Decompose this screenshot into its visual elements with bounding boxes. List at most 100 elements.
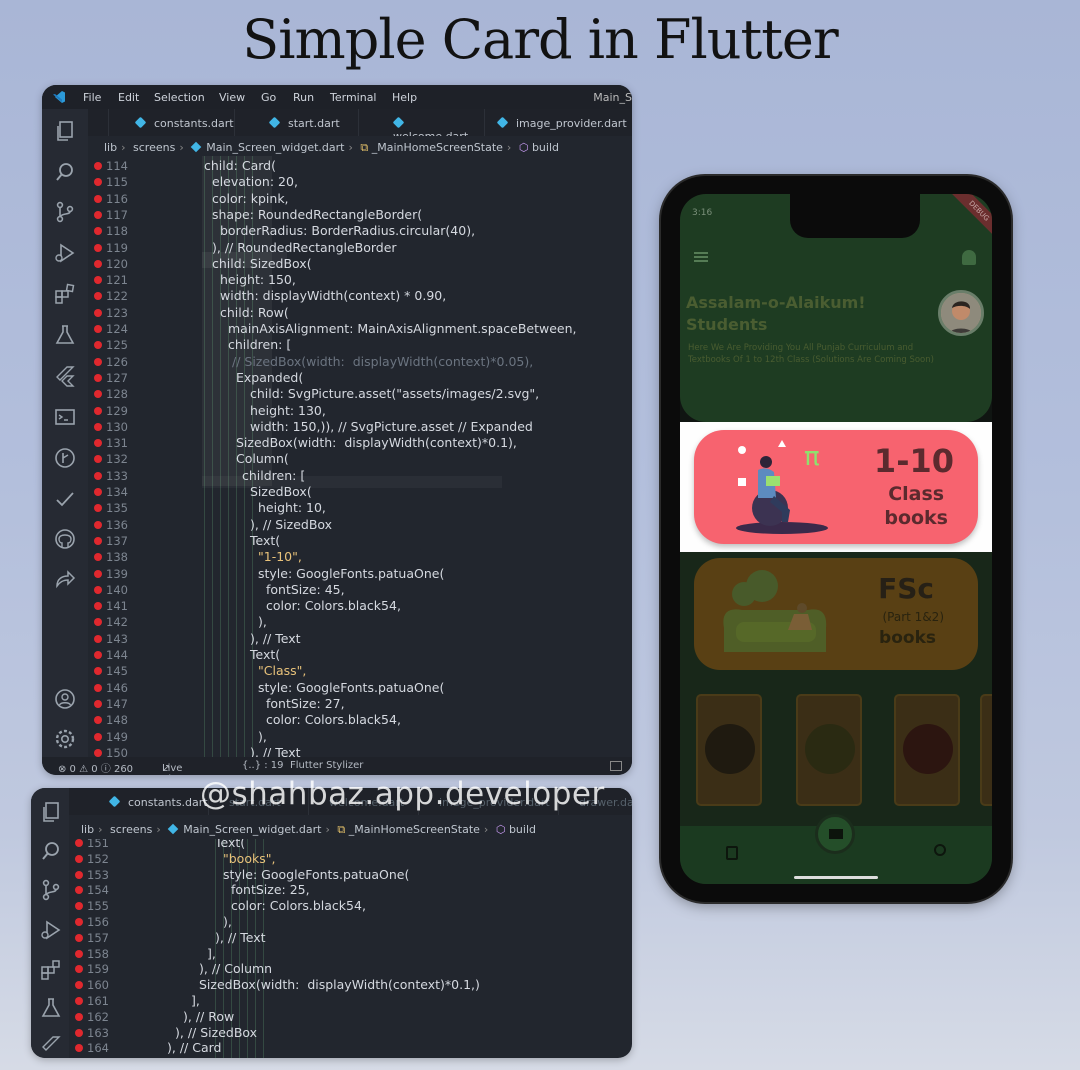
code-line[interactable]: 121 height: 150, — [88, 272, 632, 288]
breakpoint-icon[interactable] — [94, 194, 102, 203]
breakpoint-icon[interactable] — [94, 162, 102, 170]
breakpoint-icon[interactable] — [94, 341, 102, 350]
code-line[interactable]: 125 children: [ — [88, 337, 632, 353]
code-line[interactable]: 151 Text( — [69, 839, 632, 851]
code-line[interactable]: 122 width: displayWidth(context) * 0.90, — [88, 288, 632, 304]
extensions-icon[interactable] — [53, 282, 77, 306]
code-line[interactable]: 142), — [88, 614, 632, 630]
book-thumbnail[interactable] — [894, 694, 960, 806]
code-line[interactable]: 126 // SizedBox(width: displayWidth(conte… — [88, 354, 632, 370]
breakpoint-icon[interactable] — [94, 553, 102, 562]
code-line[interactable]: 163), // SizedBox — [69, 1025, 632, 1041]
code-line[interactable]: 117 shape: RoundedRectangleBorder( — [88, 207, 632, 223]
cursor-position[interactable]: {..} : 19 — [242, 760, 284, 771]
breakpoint-icon[interactable] — [75, 965, 83, 974]
breakpoint-icon[interactable] — [94, 178, 102, 187]
book-thumbnail[interactable] — [980, 694, 992, 806]
code-line[interactable]: 115 elevation: 20, — [88, 174, 632, 190]
breakpoint-icon[interactable] — [75, 902, 83, 911]
code-line[interactable]: 124 mainAxisAlignment: MainAxisAlignment.… — [88, 321, 632, 337]
code-line[interactable]: 140 fontSize: 45, — [88, 582, 632, 598]
breakpoint-icon[interactable] — [94, 357, 102, 366]
code-line[interactable]: 145 "Class", — [88, 663, 632, 679]
breakpoint-icon[interactable] — [94, 439, 102, 448]
testing-flask-icon[interactable] — [53, 323, 77, 347]
menu-view[interactable]: View — [219, 91, 245, 104]
fsc-books-card[interactable]: FSc (Part 1&2) books — [694, 558, 978, 670]
breakpoint-icon[interactable] — [94, 259, 102, 268]
breakpoint-icon[interactable] — [75, 1044, 83, 1053]
code-area[interactable]: 151 Text(152 "books", 153 style: GoogleFonts… — [69, 839, 632, 1058]
code-line[interactable]: 156), — [69, 914, 632, 930]
code-line[interactable]: 155 color: Colors.black54, — [69, 898, 632, 914]
code-line[interactable]: 128 child: SvgPicture.asset("assets/image… — [88, 386, 632, 402]
bell-icon[interactable] — [962, 250, 976, 265]
tab-constants[interactable]: constants.dart — [89, 788, 209, 815]
code-line[interactable]: 143), // Text — [88, 631, 632, 647]
code-line[interactable]: 162), // Row — [69, 1009, 632, 1025]
flutter-icon[interactable] — [39, 1034, 63, 1058]
code-line[interactable]: 159), // Column — [69, 961, 632, 977]
code-line[interactable]: 139 style: GoogleFonts.patuaOne( — [88, 566, 632, 582]
code-line[interactable]: 144 Text( — [88, 647, 632, 663]
checkmark-icon[interactable] — [53, 487, 77, 511]
code-line[interactable]: 120 child: SizedBox( — [88, 256, 632, 272]
breadcrumb-item[interactable]: screens — [133, 141, 175, 154]
code-line[interactable]: 161], — [69, 993, 632, 1009]
code-line[interactable]: 147 fontSize: 27, — [88, 696, 632, 712]
avatar[interactable] — [938, 290, 984, 336]
git-graph-icon[interactable] — [53, 446, 77, 470]
breakpoint-icon[interactable] — [94, 455, 102, 464]
testing-flask-icon[interactable] — [39, 996, 63, 1020]
code-line[interactable]: 114 child: Card( — [88, 158, 632, 174]
code-line[interactable]: 136), // SizedBox — [88, 517, 632, 533]
code-line[interactable]: 138 "1-10", — [88, 549, 632, 565]
search-icon[interactable] — [39, 839, 63, 863]
breakpoint-icon[interactable] — [94, 618, 102, 627]
code-line[interactable]: 141 color: Colors.black54, — [88, 598, 632, 614]
book-thumbnail[interactable] — [696, 694, 762, 806]
breakpoint-icon[interactable] — [94, 422, 102, 431]
source-control-icon[interactable] — [53, 200, 77, 224]
account-icon[interactable] — [53, 687, 77, 711]
breakpoint-icon[interactable] — [94, 308, 102, 317]
breakpoint-icon[interactable] — [94, 325, 102, 333]
breadcrumb-item[interactable]: _MainHomeScreenState — [372, 141, 503, 154]
code-line[interactable]: 149), — [88, 729, 632, 745]
home-nav-icon[interactable] — [815, 814, 855, 854]
breakpoint-icon[interactable] — [94, 520, 102, 529]
breadcrumb-item[interactable]: build — [532, 141, 559, 154]
tab-constants[interactable]: constants.dart — [109, 109, 235, 136]
breakpoint-icon[interactable] — [94, 292, 102, 301]
tab-overflow[interactable] — [88, 109, 109, 136]
code-line[interactable]: 153 style: GoogleFonts.patuaOne( — [69, 867, 632, 883]
breakpoint-icon[interactable] — [94, 716, 102, 725]
search-icon[interactable] — [53, 160, 77, 184]
menu-help[interactable]: Help — [392, 91, 417, 104]
breakpoint-icon[interactable] — [94, 471, 102, 480]
breakpoint-icon[interactable] — [94, 667, 102, 676]
code-line[interactable]: 157), // Text — [69, 930, 632, 946]
code-line[interactable]: 150), // Text — [88, 745, 632, 757]
notes-nav-icon[interactable] — [726, 846, 738, 860]
flutter-icon[interactable] — [53, 364, 77, 388]
code-line[interactable]: 132 Column( — [88, 451, 632, 467]
breakpoint-icon[interactable] — [75, 949, 83, 958]
tab-image-provider[interactable]: image_provider.dart — [485, 109, 632, 136]
breakpoint-icon[interactable] — [94, 488, 102, 496]
code-line[interactable]: 158], — [69, 946, 632, 962]
class-books-card[interactable]: π 1-10 Class books — [694, 430, 978, 544]
problems-indicator[interactable]: ⊗ 0 ⚠ 0 ⓘ 260 — [58, 760, 133, 775]
code-line[interactable]: 116 color: kpink, — [88, 191, 632, 207]
breakpoint-icon[interactable] — [75, 918, 83, 926]
github-icon[interactable] — [53, 527, 77, 551]
breakpoint-icon[interactable] — [94, 276, 102, 285]
menu-edit[interactable]: Edit — [118, 91, 139, 104]
code-line[interactable]: 134 SizedBox( — [88, 484, 632, 500]
breakpoint-icon[interactable] — [94, 748, 102, 757]
breakpoint-icon[interactable] — [75, 839, 83, 847]
breakpoint-icon[interactable] — [75, 981, 83, 990]
live-share-icon[interactable] — [53, 568, 77, 592]
breakpoint-icon[interactable] — [94, 504, 102, 513]
code-line[interactable]: 152 "books", — [69, 851, 632, 867]
